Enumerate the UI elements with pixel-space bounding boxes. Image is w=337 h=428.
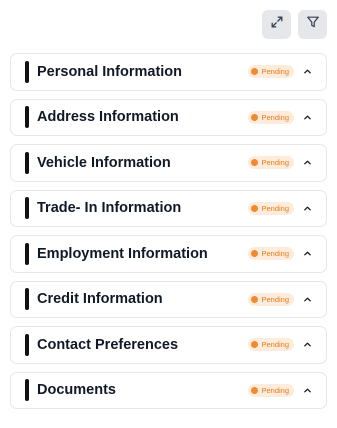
status-label: Pending: [261, 340, 289, 350]
collapse-toggle[interactable]: [302, 203, 312, 213]
collapse-toggle[interactable]: [302, 340, 312, 350]
expand-all-button[interactable]: [262, 10, 291, 39]
section-title: Documents: [37, 382, 116, 399]
chevron-up-icon: [303, 160, 311, 165]
status-badge: Pending: [248, 156, 294, 170]
section-personal-information[interactable]: Personal Information Pending: [10, 53, 327, 91]
filter-funnel-icon: [306, 15, 320, 34]
status-badge: Pending: [248, 247, 294, 261]
collapse-toggle[interactable]: [302, 294, 312, 304]
section-accent-bar: [25, 288, 29, 311]
status-badge: Pending: [248, 338, 294, 352]
status-label: Pending: [261, 112, 289, 122]
chevron-up-icon: [303, 115, 311, 120]
status-label: Pending: [261, 67, 289, 77]
section-title: Address Information: [37, 109, 179, 126]
section-title: Trade- In Information: [37, 200, 182, 217]
section-accent-bar: [25, 379, 29, 402]
status-label: Pending: [261, 294, 289, 304]
collapse-toggle[interactable]: [302, 158, 312, 168]
section-vehicle-information[interactable]: Vehicle Information Pending: [10, 144, 327, 182]
chevron-up-icon: [303, 388, 311, 393]
section-contact-preferences[interactable]: Contact Preferences Pending: [10, 326, 327, 364]
section-accent-bar: [25, 197, 29, 220]
expand-arrows-icon: [270, 15, 284, 34]
collapse-toggle[interactable]: [302, 385, 312, 395]
status-badge: Pending: [248, 383, 294, 397]
chevron-up-icon: [303, 69, 311, 74]
chevron-up-icon: [303, 342, 311, 347]
status-dot-icon: [251, 295, 259, 303]
status-dot-icon: [251, 68, 259, 76]
section-accent-bar: [25, 151, 29, 174]
status-dot-icon: [251, 386, 259, 394]
section-accent-bar: [25, 60, 29, 83]
status-label: Pending: [261, 203, 289, 213]
section-documents[interactable]: Documents Pending: [10, 371, 327, 409]
status-badge: Pending: [248, 201, 294, 215]
section-employment-information[interactable]: Employment Information Pending: [10, 235, 327, 273]
collapse-toggle[interactable]: [302, 112, 312, 122]
status-dot-icon: [251, 204, 259, 212]
status-badge: Pending: [248, 292, 294, 306]
toolbar: [262, 10, 327, 39]
section-trade-in-information[interactable]: Trade- In Information Pending: [10, 189, 327, 227]
chevron-up-icon: [303, 297, 311, 302]
section-accent-bar: [25, 242, 29, 265]
status-dot-icon: [251, 250, 259, 258]
section-accent-bar: [25, 333, 29, 356]
filter-button[interactable]: [298, 10, 327, 39]
collapse-toggle[interactable]: [302, 67, 312, 77]
chevron-up-icon: [303, 206, 311, 211]
section-title: Credit Information: [37, 291, 163, 308]
section-credit-information[interactable]: Credit Information Pending: [10, 280, 327, 318]
section-address-information[interactable]: Address Information Pending: [10, 98, 327, 136]
status-dot-icon: [251, 341, 259, 349]
status-label: Pending: [261, 385, 289, 395]
section-title: Personal Information: [37, 63, 183, 80]
section-title: Contact Preferences: [37, 336, 179, 353]
status-label: Pending: [261, 249, 289, 259]
collapse-toggle[interactable]: [302, 249, 312, 259]
status-dot-icon: [251, 159, 259, 167]
status-badge: Pending: [248, 110, 294, 124]
section-title: Vehicle Information: [37, 154, 171, 171]
form-sections-list: Personal Information Pending Address Inf…: [10, 53, 327, 409]
section-accent-bar: [25, 106, 29, 129]
chevron-up-icon: [303, 251, 311, 256]
status-label: Pending: [261, 158, 289, 168]
status-dot-icon: [251, 113, 259, 121]
section-title: Employment Information: [37, 245, 208, 262]
status-badge: Pending: [248, 65, 294, 79]
